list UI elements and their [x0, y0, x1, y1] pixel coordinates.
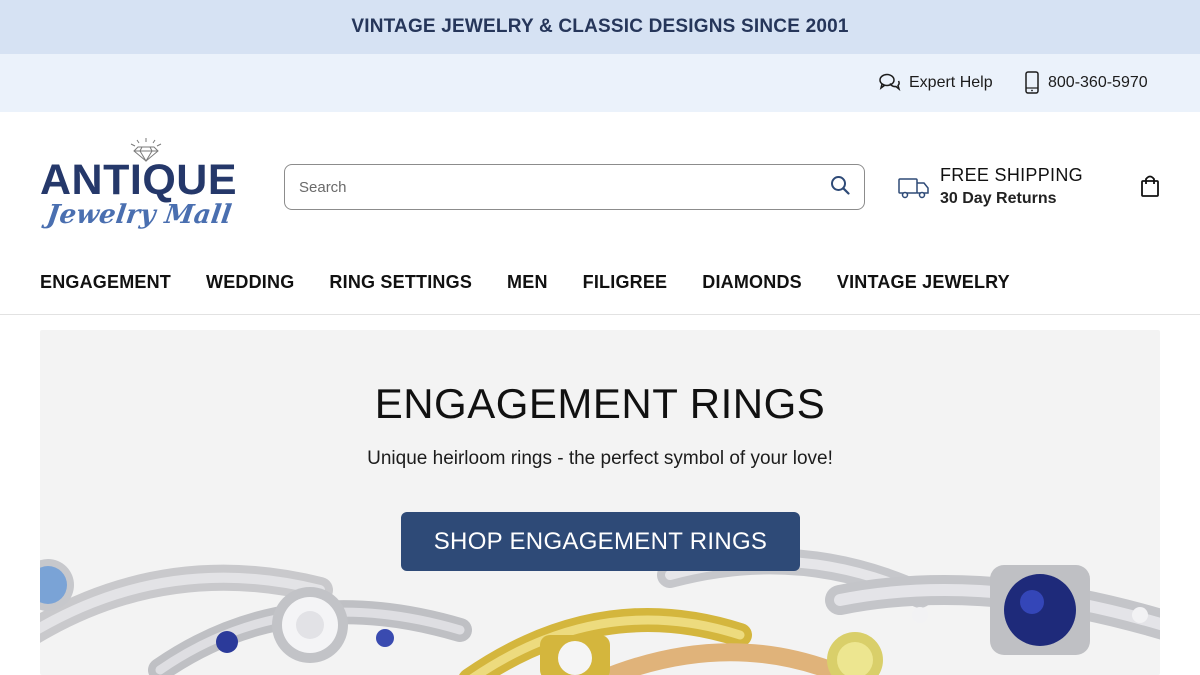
announcement-bar: VINTAGE JEWELRY & CLASSIC DESIGNS SINCE … [0, 0, 1200, 54]
shopping-bag-icon [1139, 175, 1161, 202]
cart-button[interactable] [1139, 174, 1161, 203]
phone-link[interactable]: 800-360-5970 [1024, 54, 1148, 112]
hero-subtitle: Unique heirloom rings - the perfect symb… [367, 448, 833, 469]
main-nav: ENGAGEMENT WEDDING RING SETTINGS MEN FIL… [0, 258, 1200, 315]
free-shipping-text: FREE SHIPPING [940, 165, 1083, 185]
logo-wordmark: ANTIQUE [40, 156, 237, 204]
hero-title: ENGAGEMENT RINGS [374, 380, 826, 427]
expert-help-link[interactable]: Expert Help [879, 54, 993, 112]
mobile-phone-icon [1024, 71, 1040, 95]
hero-banner: ENGAGEMENT RINGS Unique heirloom rings -… [40, 330, 1160, 675]
nav-item-men[interactable]: MEN [507, 258, 548, 293]
nav-item-ring-settings[interactable]: RING SETTINGS [329, 258, 472, 293]
phone-number: 800-360-5970 [1048, 74, 1148, 91]
nav-item-vintage-jewelry[interactable]: VINTAGE JEWELRY [837, 258, 1010, 293]
nav-item-engagement[interactable]: ENGAGEMENT [40, 258, 171, 293]
utility-bar: Expert Help 800-360-5970 [0, 54, 1200, 112]
expert-help-label: Expert Help [909, 74, 993, 91]
announcement-text: VINTAGE JEWELRY & CLASSIC DESIGNS SINCE … [351, 16, 849, 37]
site-header: ANTIQUE Jewelry Mall FR [0, 112, 1200, 258]
nav-item-wedding[interactable]: WEDDING [206, 258, 294, 293]
search-icon [830, 175, 850, 200]
nav-item-filigree[interactable]: FILIGREE [583, 258, 668, 293]
nav-item-diamonds[interactable]: DIAMONDS [702, 258, 802, 293]
shop-engagement-rings-button[interactable]: SHOP ENGAGEMENT RINGS [401, 512, 800, 571]
chat-bubbles-icon [879, 73, 901, 93]
returns-text: 30 Day Returns [940, 190, 1057, 207]
search-button[interactable] [830, 175, 850, 200]
site-logo[interactable]: ANTIQUE Jewelry Mall [40, 138, 262, 238]
search-box [284, 164, 865, 210]
logo-script: Jewelry Mall [44, 200, 234, 230]
shipping-info: FREE SHIPPING 30 Day Returns [898, 164, 1098, 214]
truck-icon [898, 176, 930, 205]
search-input[interactable] [299, 167, 830, 207]
